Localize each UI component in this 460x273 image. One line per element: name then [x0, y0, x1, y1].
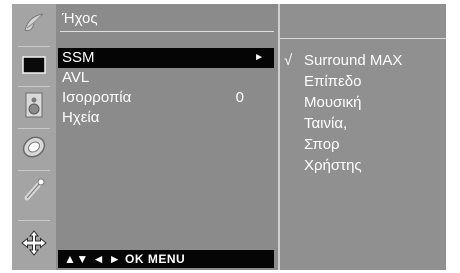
- screen-icon[interactable]: [16, 48, 52, 82]
- submenu-item-label: Επίπεδο: [304, 73, 362, 90]
- submenu-item-label: Ταινία,: [304, 115, 348, 132]
- category-icon-column: [12, 4, 56, 270]
- submenu-item-sports[interactable]: Σπορ: [280, 134, 446, 155]
- submenu-arrow-icon: ►: [254, 52, 264, 63]
- menu-item-ssm[interactable]: SSM ►: [58, 48, 274, 68]
- menu-item-speakers[interactable]: Ηχεία: [58, 108, 274, 128]
- balance-value: 0: [235, 89, 244, 106]
- icon-separator: [18, 46, 50, 47]
- option-icon[interactable]: [16, 172, 52, 206]
- submenu-item-surround-max[interactable]: √ Surround MAX: [280, 50, 446, 71]
- menu-title: Ήχος: [60, 6, 274, 32]
- submenu-item-label: Χρήστης: [304, 157, 362, 174]
- time-icon[interactable]: [16, 130, 52, 164]
- speaker-icon[interactable]: [16, 88, 52, 122]
- menu-item-label: Ισορροπία: [62, 89, 132, 106]
- icon-separator: [18, 128, 50, 129]
- submenu-item-music[interactable]: Μουσική: [280, 92, 446, 113]
- submenu-item-flat[interactable]: Επίπεδο: [280, 71, 446, 92]
- ssm-submenu-panel: √ Surround MAX Επίπεδο Μουσική Ταινία, Σ…: [280, 4, 446, 270]
- sound-menu-panel: Ήχος SSM ► AVL Ισορροπία 0 Ηχεία ▲▼ ◄ ► …: [56, 4, 280, 270]
- submenu-item-label: Σπορ: [304, 136, 340, 153]
- icon-separator: [18, 86, 50, 87]
- menu-item-avl[interactable]: AVL: [58, 68, 274, 88]
- submenu-item-label: Surround MAX: [304, 52, 403, 69]
- icon-separator: [18, 170, 50, 171]
- icon-separator: [18, 220, 50, 221]
- tv-osd-menu: Ήχος SSM ► AVL Ισορροπία 0 Ηχεία ▲▼ ◄ ► …: [12, 4, 446, 270]
- menu-item-label: SSM: [62, 49, 95, 66]
- picture-icon[interactable]: [16, 6, 52, 40]
- menu-item-balance[interactable]: Ισορροπία 0: [58, 88, 274, 108]
- check-mark-icon: √: [284, 52, 293, 69]
- navigation-hint-bar: ▲▼ ◄ ► OK MENU: [58, 250, 274, 268]
- submenu-item-movie[interactable]: Ταινία,: [280, 113, 446, 134]
- submenu-item-user[interactable]: Χρήστης: [280, 155, 446, 176]
- menu-item-label: Ηχεία: [62, 109, 100, 126]
- input-icon[interactable]: [16, 226, 52, 260]
- submenu-item-label: Μουσική: [304, 94, 362, 111]
- submenu-divider: [280, 38, 446, 39]
- menu-item-label: AVL: [62, 69, 90, 86]
